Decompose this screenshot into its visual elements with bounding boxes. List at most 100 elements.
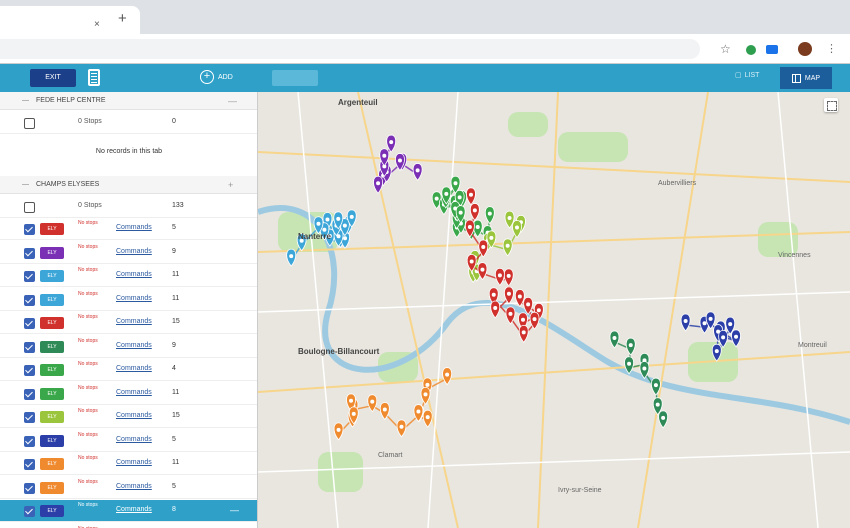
commands-link[interactable]: Commands	[116, 271, 152, 278]
stop-marker-dot	[376, 181, 381, 186]
browser-menu-icon[interactable]: ⋮	[826, 42, 837, 55]
collapse-icon[interactable]: —	[22, 92, 29, 110]
section-summary-row: 0 Stops 0	[0, 112, 257, 134]
route-row[interactable]: ELY No stops Commands 11	[0, 289, 257, 311]
stop-marker-dot	[734, 334, 739, 339]
route-status: No stops	[78, 478, 98, 485]
stop-marker-dot	[382, 153, 387, 158]
route-row[interactable]: ELY No stops Commands 9	[0, 242, 257, 264]
stop-marker-dot	[505, 243, 510, 248]
commands-link[interactable]: Commands	[116, 248, 152, 255]
extension-icon[interactable]	[766, 45, 778, 54]
stop-marker-dot	[526, 302, 531, 307]
route-row[interactable]: ELY No stops Commands 11	[0, 265, 257, 287]
exit-button[interactable]: EXIT	[30, 69, 76, 87]
route-row[interactable]: ELYNo stopsCommands7	[0, 524, 257, 528]
stops-count: 0	[172, 118, 176, 125]
section-header[interactable]: — FEDE HELP CENTRE —	[0, 92, 257, 110]
commands-link[interactable]: Commands	[116, 365, 152, 372]
route-stop-count: 4	[172, 365, 176, 372]
park-area	[558, 132, 628, 162]
route-color-chip: ELY	[40, 270, 64, 282]
commands-link[interactable]: Commands	[116, 483, 152, 490]
bookmark-star-icon[interactable]: ☆	[720, 42, 731, 56]
profile-avatar[interactable]	[798, 42, 812, 56]
new-tab-icon[interactable]: +	[118, 10, 127, 27]
section-header[interactable]: — CHAMPS ELYSEES +	[0, 176, 257, 194]
map-label: MAP	[804, 74, 821, 82]
route-checkbox[interactable]	[24, 294, 35, 306]
route-checkbox[interactable]	[24, 271, 35, 282]
route-row[interactable]: ELY No stops Commands 15	[0, 406, 257, 428]
url-field[interactable]	[0, 39, 700, 59]
commands-link[interactable]: Commands	[116, 224, 152, 231]
select-all-checkbox[interactable]	[24, 118, 35, 129]
fullscreen-icon[interactable]	[824, 98, 838, 112]
map-canvas[interactable]	[258, 92, 850, 528]
commands-link[interactable]: Commands	[116, 506, 152, 513]
stop-marker-dot	[389, 140, 394, 145]
stop-marker-dot	[472, 208, 477, 213]
map-place-label: Ivry-sur-Seine	[558, 487, 602, 494]
chevron-icon[interactable]: —	[228, 92, 237, 110]
commands-link[interactable]: Commands	[116, 389, 152, 396]
route-checkbox[interactable]	[24, 365, 35, 376]
route-row[interactable]: ELY No stops Commands 9	[0, 336, 257, 358]
list-view-button[interactable]: ▢ LIST	[735, 71, 759, 80]
route-row[interactable]: ELY No stops Commands 11	[0, 383, 257, 405]
plus-circle-icon: +	[200, 70, 214, 84]
route-stop-count: 8	[172, 506, 176, 513]
route-checkbox[interactable]	[24, 459, 35, 470]
route-checkbox[interactable]	[24, 318, 35, 329]
commands-link[interactable]: Commands	[116, 459, 152, 466]
chevron-icon[interactable]: +	[228, 176, 233, 194]
empty-message: No records in this tab	[95, 148, 163, 155]
route-row[interactable]: ELY No stops Commands 4	[0, 359, 257, 381]
route-row[interactable]: ELY No stops Commands 5	[0, 430, 257, 452]
stop-marker-dot	[457, 195, 462, 200]
commands-link[interactable]: Commands	[116, 412, 152, 419]
route-checkbox[interactable]	[24, 224, 35, 235]
route-checkbox[interactable]	[24, 412, 35, 423]
row-menu-icon[interactable]: —	[230, 505, 239, 515]
collapse-icon[interactable]: —	[22, 176, 29, 194]
clipboard-icon[interactable]	[88, 69, 100, 86]
route-map[interactable]: Argenteuil Nanterre Boulogne-Billancourt Mo…	[258, 92, 850, 528]
stop-marker-dot	[506, 273, 511, 278]
route-checkbox[interactable]	[24, 388, 35, 400]
route-row[interactable]: ELY No stops Commands 11	[0, 453, 257, 475]
commands-link[interactable]: Commands	[116, 436, 152, 443]
route-checkbox[interactable]	[24, 435, 35, 447]
route-checkbox[interactable]	[24, 341, 35, 353]
stop-marker-dot	[653, 383, 658, 388]
map-place-label: Montreuil	[798, 342, 827, 349]
map-place-label: Vincennes	[778, 252, 811, 259]
stop-marker-dot	[336, 216, 341, 221]
stop-marker-dot	[497, 273, 502, 278]
commands-link[interactable]: Commands	[116, 342, 152, 349]
route-checkbox[interactable]	[24, 247, 35, 259]
close-tab-icon[interactable]: ×	[94, 19, 100, 30]
stop-marker-dot	[517, 294, 522, 299]
route-row[interactable]: ELY No stops Commands 5	[0, 477, 257, 499]
stop-marker-dot	[481, 244, 486, 249]
map-place-label: Argenteuil	[338, 98, 378, 107]
list-icon: ▢	[735, 72, 742, 79]
route-row[interactable]: ELY No stops Commands 8 —	[0, 500, 257, 522]
add-label: ADD	[218, 73, 233, 81]
add-button[interactable]: + ADD	[200, 70, 233, 84]
map-view-button[interactable]: MAP	[780, 67, 832, 89]
route-checkbox[interactable]	[24, 482, 35, 494]
commands-link[interactable]: Commands	[116, 318, 152, 325]
commands-link[interactable]: Commands	[116, 295, 152, 302]
route-checkbox[interactable]	[24, 506, 35, 517]
route-row[interactable]: ELY No stops Commands 15	[0, 312, 257, 334]
route-row[interactable]: ELY No stops Commands 5	[0, 218, 257, 240]
street	[777, 92, 819, 528]
select-all-checkbox[interactable]	[24, 202, 35, 213]
extension-icon[interactable]	[746, 45, 756, 55]
stop-marker-dot	[434, 196, 439, 201]
route-color-chip: ELY	[40, 481, 64, 494]
address-bar: ☆ ⋮	[0, 34, 850, 64]
stop-marker-dot	[655, 402, 660, 407]
